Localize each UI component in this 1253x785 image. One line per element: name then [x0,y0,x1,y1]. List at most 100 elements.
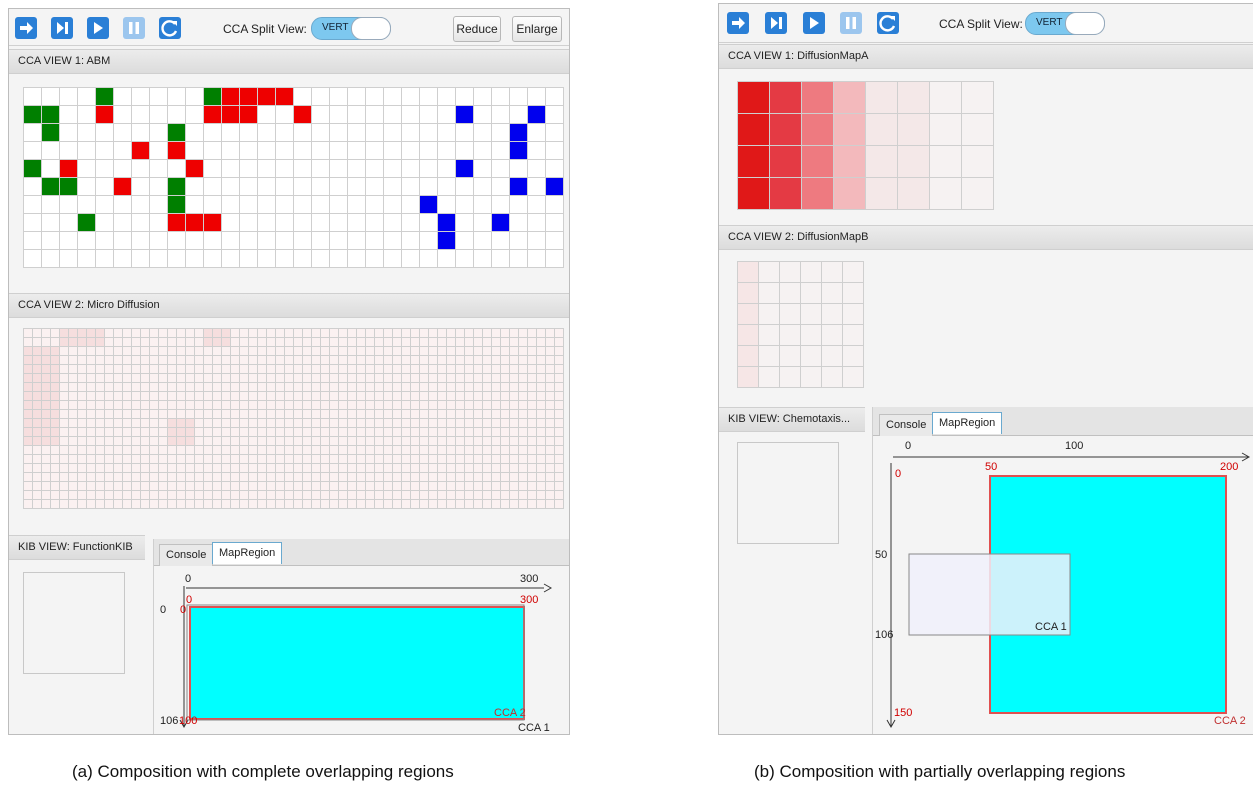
grid-cell [231,383,240,392]
grid-cell [366,464,375,473]
reduce-button[interactable]: Reduce [453,16,501,42]
grid-cell [770,178,802,210]
grid-cell [258,88,276,106]
skip-end-icon[interactable] [51,17,73,39]
split-view-toggle[interactable]: VERT [311,17,391,40]
tab-console[interactable]: Console [159,544,214,566]
grid-cell [159,464,168,473]
step-forward-icon[interactable] [15,17,37,39]
grid-cell [141,401,150,410]
grid-cell [429,419,438,428]
grid-cell [276,437,285,446]
grid-cell [402,347,411,356]
split-view-label: CCA Split View: [223,22,307,36]
grid-cell [519,491,528,500]
grid-cell [195,455,204,464]
tab-mapregion[interactable]: MapRegion [932,412,1003,434]
grid-cell [276,329,285,338]
grid-cell [483,473,492,482]
reload-icon[interactable] [159,17,181,39]
grid-cell [402,106,420,124]
grid-cell [177,383,186,392]
grid-cell [177,446,186,455]
grid-cell [411,392,420,401]
play-icon[interactable] [87,17,109,39]
grid-cell [420,365,429,374]
tab-console[interactable]: Console [879,414,934,436]
grid-cell [348,374,357,383]
grid-cell [195,491,204,500]
grid-cell [801,346,822,367]
grid-cell [312,106,330,124]
grid-cell [492,124,510,142]
pause-icon[interactable] [123,17,145,39]
grid-cell [375,482,384,491]
grid-cell [276,356,285,365]
grid-cell [87,437,96,446]
grid-cell [42,428,51,437]
grid-cell [105,410,114,419]
grid-cell [312,437,321,446]
grid-cell [249,464,258,473]
grid-cell [204,428,213,437]
grid-cell [69,383,78,392]
grid-cell [213,446,222,455]
grid-cell [738,367,759,388]
grid-cell [96,178,114,196]
grid-cell [60,214,78,232]
grid-cell [42,329,51,338]
play-icon[interactable] [803,12,825,34]
grid-cell [546,464,555,473]
grid-cell [204,392,213,401]
grid-cell [348,106,366,124]
grid-cell [411,338,420,347]
grid-cell [51,428,60,437]
grid-cell [294,428,303,437]
skip-end-icon[interactable] [765,12,787,34]
grid-cell [465,419,474,428]
grid-cell [132,347,141,356]
grid-cell [177,437,186,446]
grid-cell [141,473,150,482]
tab-mapregion[interactable]: MapRegion [212,542,283,564]
grid-cell [510,464,519,473]
grid-cell [204,374,213,383]
grid-cell [114,214,132,232]
grid-cell [375,392,384,401]
grid-cell [114,428,123,437]
grid-cell [249,374,258,383]
step-forward-icon[interactable] [727,12,749,34]
grid-cell [231,464,240,473]
split-view-toggle[interactable]: VERT [1025,12,1105,35]
toggle-knob[interactable] [1065,12,1105,35]
grid-cell [132,374,141,383]
reload-icon[interactable] [877,12,899,34]
grid-cell [276,124,294,142]
grid-cell [294,250,312,268]
grid-cell [231,500,240,509]
toggle-knob[interactable] [351,17,391,40]
enlarge-button[interactable]: Enlarge [512,16,562,42]
grid-cell [339,383,348,392]
grid-cell [411,464,420,473]
grid-cell [42,392,51,401]
grid-cell [357,383,366,392]
grid-cell [186,88,204,106]
grid-cell [348,446,357,455]
grid-cell [402,374,411,383]
grid-cell [159,455,168,464]
grid-cell [537,338,546,347]
grid-cell [546,419,555,428]
grid-cell [303,356,312,365]
grid-cell [78,214,96,232]
grid-cell [537,347,546,356]
grid-cell [240,329,249,338]
grid-cell [465,455,474,464]
grid-cell [447,392,456,401]
grid-cell [546,383,555,392]
grid-cell [195,446,204,455]
grid-cell [384,392,393,401]
grid-cell [483,410,492,419]
grid-cell [186,250,204,268]
pause-icon[interactable] [840,12,862,34]
